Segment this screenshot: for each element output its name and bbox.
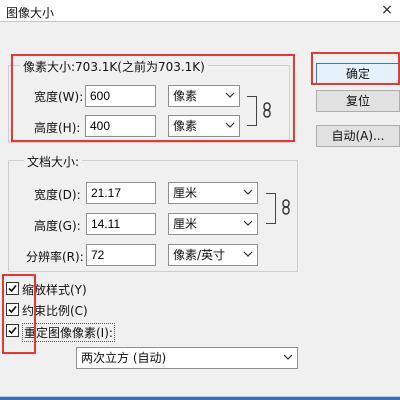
chevron-down-icon: [283, 354, 293, 360]
annotation-highlight-checkboxes: [2, 274, 36, 354]
doc-height-label: 高度(G):: [34, 219, 81, 233]
resample-method-select[interactable]: 两次立方 (自动): [76, 347, 298, 369]
window-title: 图像大小: [6, 6, 55, 20]
resolution-input[interactable]: [86, 244, 156, 266]
doc-link-bracket: [266, 193, 276, 224]
auto-button[interactable]: 自动(A)...: [316, 125, 400, 147]
chevron-down-icon: [243, 189, 253, 195]
doc-height-unit-select[interactable]: 厘米: [168, 213, 258, 235]
doc-width-unit-value: 厘米: [173, 186, 198, 200]
title-bar: [0, 0, 400, 22]
doc-width-unit-select[interactable]: 厘米: [168, 182, 258, 204]
chevron-down-icon: [243, 251, 253, 257]
annotation-highlight-ok: [311, 52, 400, 85]
chain-link-icon[interactable]: [281, 199, 291, 215]
chevron-down-icon: [243, 220, 253, 226]
annotation-highlight-pixel-dims: [11, 54, 295, 142]
document-size-title: 文档大小:: [24, 153, 83, 170]
resolution-unit-value: 像素/英寸: [173, 248, 226, 262]
reset-button[interactable]: 复位: [316, 90, 400, 112]
close-icon[interactable]: ×: [378, 2, 396, 20]
doc-width-input[interactable]: [86, 182, 156, 204]
doc-width-label: 宽度(D):: [34, 188, 81, 202]
doc-height-unit-value: 厘米: [173, 217, 198, 231]
resample-method-value: 两次立方 (自动): [81, 351, 167, 365]
doc-height-input[interactable]: [86, 213, 156, 235]
resolution-unit-select[interactable]: 像素/英寸: [168, 244, 258, 266]
resolution-label: 分辨率(R):: [26, 250, 84, 264]
